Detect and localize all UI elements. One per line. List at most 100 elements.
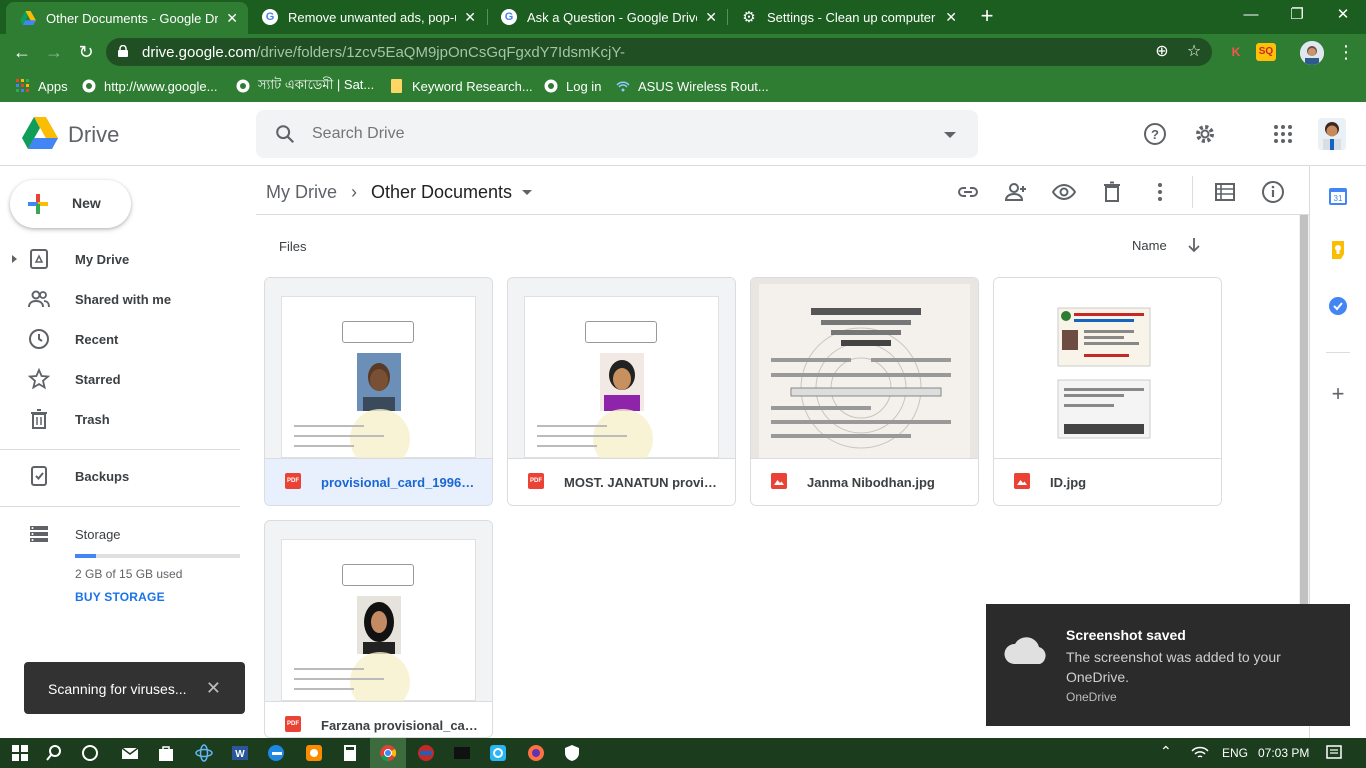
remove-trash-icon[interactable] bbox=[1100, 180, 1124, 204]
notification-source: OneDrive bbox=[1066, 690, 1117, 704]
snackbar-close-icon[interactable]: ✕ bbox=[206, 678, 221, 699]
sort-direction-arrow-icon[interactable] bbox=[1186, 236, 1202, 254]
main-scrollbar[interactable] bbox=[1299, 215, 1309, 605]
app-dark-icon[interactable] bbox=[452, 743, 472, 763]
system-clock[interactable]: 07:03 PM bbox=[1258, 746, 1309, 760]
star-bookmark-icon[interactable]: ☆ bbox=[1184, 42, 1204, 62]
national-id-card-image bbox=[1057, 307, 1151, 439]
new-tab-button[interactable]: + bbox=[976, 5, 998, 27]
sidebar-item-storage[interactable]: Storage bbox=[0, 517, 240, 551]
help-icon[interactable]: ? bbox=[1143, 122, 1167, 146]
bookmark-asus-router[interactable]: ASUS Wireless Rout... bbox=[616, 77, 769, 95]
new-button[interactable]: New bbox=[10, 180, 131, 228]
restore-window-icon[interactable]: ❐ bbox=[1274, 0, 1320, 32]
details-info-icon[interactable] bbox=[1261, 180, 1285, 204]
reload-icon[interactable]: ↻ bbox=[74, 40, 98, 64]
app-blue-icon[interactable] bbox=[488, 743, 508, 763]
cortana-circle-icon[interactable] bbox=[80, 743, 100, 763]
apps-grid-icon bbox=[16, 79, 29, 92]
bookmark-google[interactable]: http://www.google... bbox=[82, 77, 217, 95]
chrome-menu-icon[interactable]: ⋮ bbox=[1334, 40, 1358, 64]
preview-eye-icon[interactable] bbox=[1052, 180, 1076, 204]
breadcrumb-current-folder[interactable]: Other Documents bbox=[371, 182, 512, 203]
get-link-icon[interactable] bbox=[956, 180, 980, 204]
app-atom-icon[interactable] bbox=[194, 743, 214, 763]
tasks-icon[interactable] bbox=[1328, 296, 1348, 316]
folder-menu-dropdown-icon[interactable] bbox=[522, 189, 533, 195]
file-card[interactable]: PDF provisional_card_199681... bbox=[264, 277, 493, 506]
address-bar[interactable]: drive.google.com/drive/folders/1zcv5EaQM… bbox=[106, 38, 1212, 66]
security-shield-icon[interactable] bbox=[562, 743, 582, 763]
forward-arrow-icon[interactable]: → bbox=[42, 40, 66, 64]
expand-arrow-icon[interactable] bbox=[12, 255, 17, 263]
list-view-icon[interactable] bbox=[1213, 180, 1237, 204]
close-tab-icon[interactable]: ✕ bbox=[705, 9, 717, 26]
drive-logo-text: Drive bbox=[68, 122, 120, 147]
keep-notes-icon[interactable] bbox=[1328, 240, 1348, 260]
tab-settings[interactable]: ⚙ Settings - Clean up computer ✕ bbox=[727, 0, 967, 34]
show-hidden-icons-chevron-icon[interactable]: ⌃ bbox=[1160, 743, 1172, 760]
sort-by-name-button[interactable]: Name bbox=[1132, 238, 1167, 253]
bookmark-log-in[interactable]: Log in bbox=[544, 77, 601, 95]
bookmark-sat-academy[interactable]: স্যাট একাডেমী | Sat... bbox=[236, 77, 374, 95]
wifi-icon[interactable] bbox=[1190, 743, 1210, 763]
sidebar-item-recent[interactable]: Recent bbox=[0, 322, 240, 356]
app-flag-icon[interactable] bbox=[416, 743, 436, 763]
sidebar-item-my-drive[interactable]: My Drive bbox=[0, 242, 240, 276]
add-bookmark-circle-icon[interactable]: ⊕ bbox=[1152, 42, 1172, 62]
google-apps-grid-icon[interactable] bbox=[1271, 122, 1295, 146]
extension-k-icon[interactable]: K bbox=[1226, 43, 1246, 61]
mail-icon[interactable] bbox=[120, 743, 140, 763]
buy-storage-link[interactable]: BUY STORAGE bbox=[75, 590, 165, 604]
calculator-icon[interactable] bbox=[340, 743, 360, 763]
browser-profile-avatar[interactable] bbox=[1300, 41, 1324, 65]
store-bag-icon[interactable] bbox=[156, 743, 176, 763]
account-avatar[interactable] bbox=[1318, 118, 1346, 150]
scrollbar-thumb[interactable] bbox=[1300, 215, 1308, 605]
app-orange-icon[interactable] bbox=[304, 743, 324, 763]
sidebar-item-trash[interactable]: Trash bbox=[0, 402, 240, 436]
bookmark-apps[interactable]: Apps bbox=[16, 77, 68, 95]
edge-icon[interactable] bbox=[266, 743, 286, 763]
backups-icon bbox=[31, 466, 47, 486]
get-addons-plus-icon[interactable]: + bbox=[1328, 383, 1348, 405]
file-card[interactable]: ID.jpg bbox=[993, 277, 1222, 506]
file-card[interactable]: PDF MOST. JANATUN provisio... bbox=[507, 277, 736, 506]
search-input[interactable] bbox=[312, 122, 912, 146]
file-thumbnail bbox=[265, 278, 492, 458]
search-icon[interactable] bbox=[274, 123, 296, 145]
action-center-icon[interactable] bbox=[1324, 743, 1344, 763]
sidebar-item-backups[interactable]: Backups bbox=[0, 459, 240, 493]
firefox-icon[interactable] bbox=[526, 743, 546, 763]
search-bar[interactable] bbox=[256, 110, 978, 158]
input-language[interactable]: ENG bbox=[1222, 746, 1248, 760]
tab-label: Remove unwanted ads, pop-ups bbox=[288, 9, 456, 25]
sidebar-item-starred[interactable]: Starred bbox=[0, 362, 240, 396]
chrome-taskbar-active[interactable] bbox=[370, 738, 406, 768]
search-options-dropdown-icon[interactable] bbox=[944, 132, 956, 138]
close-window-icon[interactable]: ✕ bbox=[1320, 0, 1366, 32]
search-icon[interactable] bbox=[44, 743, 64, 763]
calendar-icon[interactable]: 31 bbox=[1328, 186, 1348, 206]
file-card[interactable]: PDF Farzana provisional_card... bbox=[264, 520, 493, 738]
minimize-window-icon[interactable]: — bbox=[1228, 0, 1274, 32]
share-add-person-icon[interactable] bbox=[1004, 180, 1028, 204]
breadcrumb-root[interactable]: My Drive bbox=[266, 182, 337, 203]
onedrive-notification[interactable]: Screenshot saved The screenshot was adde… bbox=[986, 604, 1350, 726]
sidebar-item-shared-with-me[interactable]: Shared with me bbox=[0, 282, 240, 316]
tab-remove-ads[interactable]: G Remove unwanted ads, pop-ups ✕ bbox=[248, 0, 486, 34]
close-tab-icon[interactable]: ✕ bbox=[945, 9, 957, 26]
back-arrow-icon[interactable]: ← bbox=[10, 40, 34, 64]
extension-sq-icon[interactable]: SQ bbox=[1256, 43, 1276, 61]
tab-ask-question[interactable]: G Ask a Question - Google Drive H ✕ bbox=[487, 0, 727, 34]
word-icon[interactable]: W bbox=[230, 743, 250, 763]
settings-gear-icon[interactable] bbox=[1193, 122, 1217, 146]
bookmark-keyword-research[interactable]: Keyword Research... bbox=[390, 77, 533, 95]
close-tab-icon[interactable]: ✕ bbox=[226, 10, 238, 27]
tab-google-drive[interactable]: Other Documents - Google Drive ✕ bbox=[6, 2, 248, 34]
close-tab-icon[interactable]: ✕ bbox=[464, 9, 476, 26]
more-actions-icon[interactable] bbox=[1148, 180, 1172, 204]
windows-start-icon[interactable] bbox=[10, 743, 30, 763]
file-card[interactable]: Janma Nibodhan.jpg bbox=[750, 277, 979, 506]
google-drive-logo-icon[interactable] bbox=[22, 116, 58, 150]
